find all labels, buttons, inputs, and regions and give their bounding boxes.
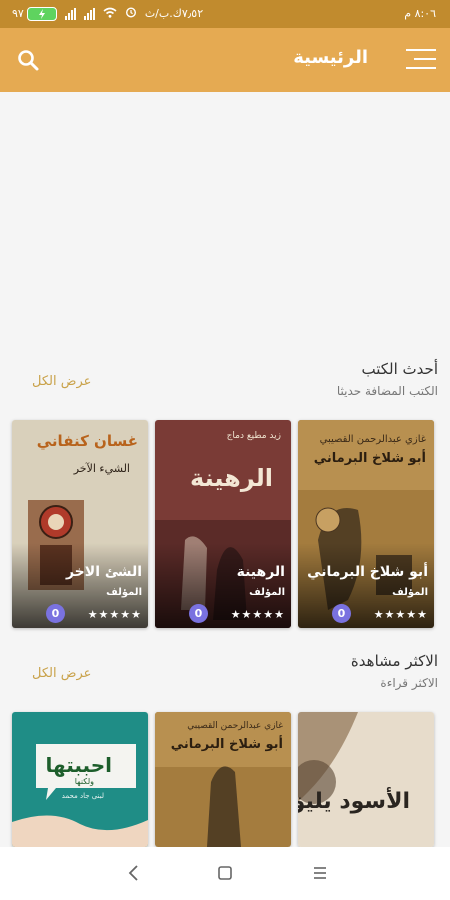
- search-button[interactable]: [14, 46, 42, 74]
- rating-stars: ★★★★★: [87, 608, 142, 621]
- book-author: المؤلف: [249, 587, 285, 598]
- cover-author-text: غسان كنفاني: [37, 432, 138, 450]
- section-subtitle: الاكثر قراءة: [380, 676, 438, 690]
- section-most-viewed-header: الاكثر مشاهدة الاكثر قراءة عرض الكل: [0, 652, 450, 702]
- book-card[interactable]: غازي عبدالرحمن القصيبي أبو شلاخ البرماني…: [298, 420, 434, 628]
- book-cover: الأسود يليق بك: [298, 712, 434, 847]
- back-chevron-icon: [128, 865, 138, 881]
- search-icon: [18, 50, 39, 71]
- cover-author-text: غازي عبدالرحمن القصيبي: [187, 721, 283, 731]
- cover-title-text: أبو شلاخ البرماني: [314, 449, 426, 466]
- status-icons: ٩٧ ٧٫٥٢ك.ب/ث: [12, 6, 203, 21]
- rating-count-badge: 0: [46, 604, 65, 623]
- book-cover: احببتها ولكنها لبنى جاد محمد: [12, 712, 148, 847]
- network-speed: ٧٫٥٢ك.ب/ث: [144, 7, 204, 20]
- cover-author-text: زيد مطيع دماج: [227, 431, 281, 441]
- system-nav-bar: [0, 847, 450, 900]
- page-title: الرئيسية: [293, 47, 368, 68]
- home-button[interactable]: [215, 863, 235, 883]
- battery-icon: ٩٧: [12, 6, 57, 21]
- book-title: الشئ الاخر: [65, 564, 142, 580]
- recents-button[interactable]: [310, 863, 330, 883]
- section-title: أحدث الكتب: [361, 360, 438, 378]
- signal-icon-2: [83, 7, 95, 20]
- cover-subtitle-text: ولكنها: [75, 777, 94, 786]
- book-author: المؤلف: [106, 587, 142, 598]
- cover-title-text: الشيء الآخر: [73, 462, 130, 475]
- section-title: الاكثر مشاهدة: [350, 652, 438, 670]
- section-latest-header: أحدث الكتب الكتب المضافة حديثا عرض الكل: [0, 360, 450, 410]
- signal-icon: [64, 7, 76, 20]
- cover-title-text: احببتها: [46, 753, 112, 777]
- book-card[interactable]: الأسود يليق بك: [298, 712, 434, 847]
- book-author: المؤلف: [392, 587, 428, 598]
- book-card[interactable]: زيد مطيع دماج الرهينة الرهينة المؤلف ★★★…: [155, 420, 291, 628]
- home-square-icon: [218, 866, 232, 880]
- book-card[interactable]: غازي عبدالرحمن القصيبي أبو شلاخ البرماني: [155, 712, 291, 847]
- recents-menu-icon: [314, 867, 326, 879]
- alarm-icon: [125, 6, 137, 21]
- status-time: ٨:٠٦ م: [404, 7, 436, 20]
- show-all-link[interactable]: عرض الكل: [32, 666, 91, 681]
- wifi-icon: [103, 7, 117, 21]
- cover-author-text: غازي عبدالرحمن القصيبي: [320, 434, 426, 445]
- section-subtitle: الكتب المضافة حديثا: [336, 384, 438, 398]
- cover-author-text: لبنى جاد محمد: [62, 792, 104, 800]
- book-cover: غازي عبدالرحمن القصيبي أبو شلاخ البرماني: [155, 712, 291, 847]
- banner-area: [0, 92, 450, 342]
- menu-button[interactable]: [402, 47, 436, 73]
- rating-stars: ★★★★★: [230, 608, 285, 621]
- rating-count-badge: 0: [189, 604, 208, 623]
- book-card[interactable]: احببتها ولكنها لبنى جاد محمد: [12, 712, 148, 847]
- cover-title-text: أبو شلاخ البرماني: [171, 735, 283, 752]
- cover-title-text: الأسود يليق بك: [298, 786, 410, 814]
- rating-count-badge: 0: [332, 604, 351, 623]
- cover-title-text: الرهينة: [190, 464, 273, 492]
- book-title: الرهينة: [236, 564, 285, 580]
- show-all-link[interactable]: عرض الكل: [32, 374, 91, 389]
- battery-level: ٩٧: [12, 7, 24, 20]
- book-title: أبو شلاخ البرماني: [307, 564, 428, 580]
- book-card[interactable]: غسان كنفاني الشيء الآخر الشئ الاخر المؤل…: [12, 420, 148, 628]
- rating-stars: ★★★★★: [373, 608, 428, 621]
- status-bar: ٩٧ ٧٫٥٢ك.ب/ث ٨:٠٦ م: [0, 0, 450, 28]
- back-button[interactable]: [124, 863, 144, 883]
- app-bar: الرئيسية: [0, 28, 450, 92]
